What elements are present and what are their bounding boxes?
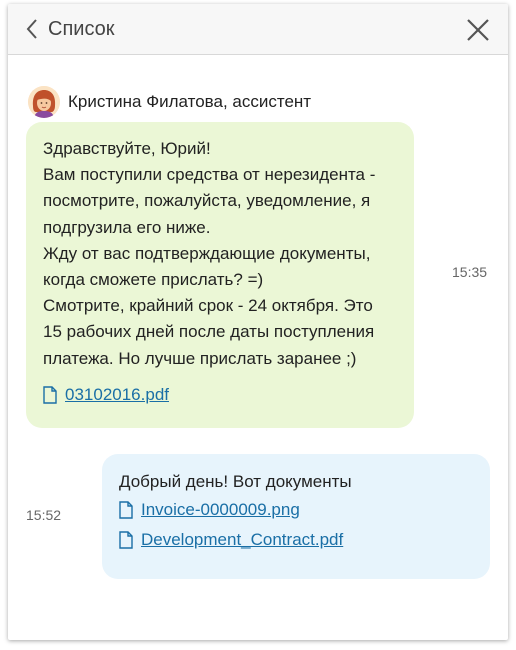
assistant-avatar-icon	[28, 86, 60, 118]
chevron-left-icon	[26, 19, 37, 39]
chat-window: Список Кристина Филатова, ассистент Здра…	[8, 4, 508, 640]
message-time: 15:52	[26, 507, 62, 523]
message-line: подгрузила его ниже.	[43, 217, 211, 237]
message-line: Жду от вас подтверждающие документы,	[43, 243, 371, 263]
outgoing-message-bubble: Добрый день! Вот документы Invoice-00000…	[102, 454, 490, 579]
back-label: Список	[48, 17, 115, 40]
close-button[interactable]	[466, 18, 490, 42]
sender-name: Кристина Филатова, ассистент	[68, 92, 312, 111]
attachment-link[interactable]: Development_Contract.pdf	[119, 525, 474, 555]
document-icon	[119, 501, 133, 519]
header-bar: Список	[8, 4, 508, 55]
sender-info: Кристина Филатова, ассистент	[28, 86, 311, 118]
message-line: 15 рабочих дней после даты поступления	[43, 322, 375, 342]
document-icon	[43, 386, 57, 404]
message-line: Здравствуйте, Юрий!	[43, 139, 211, 158]
message-line: платежа. Но лучше прислать заранее ;)	[43, 348, 357, 368]
message-line: Вам поступили средства от нерезидента -	[43, 165, 376, 185]
attachment-filename[interactable]: 03102016.pdf	[65, 385, 169, 405]
incoming-message-bubble: Здравствуйте, Юрий! Вам поступили средст…	[26, 122, 414, 428]
message-text: Добрый день! Вот документы	[119, 472, 352, 491]
back-button[interactable]: Список	[26, 14, 115, 44]
attachment-filename[interactable]: Development_Contract.pdf	[141, 530, 343, 550]
message-line: Смотрите, крайний срок - 24 октября. Это	[43, 296, 373, 316]
avatar	[28, 86, 60, 118]
attachment-link[interactable]: Invoice-0000009.png	[119, 495, 474, 525]
message-line: посмотрите, пожалуйста, уведомление, я	[43, 191, 371, 211]
close-icon	[467, 19, 489, 41]
attachment-filename[interactable]: Invoice-0000009.png	[141, 500, 300, 520]
attachment-link[interactable]: 03102016.pdf	[43, 380, 396, 410]
message-time: 15:35	[452, 264, 488, 280]
message-line: когда сможете прислать? =)	[43, 270, 264, 290]
document-icon	[119, 531, 133, 549]
